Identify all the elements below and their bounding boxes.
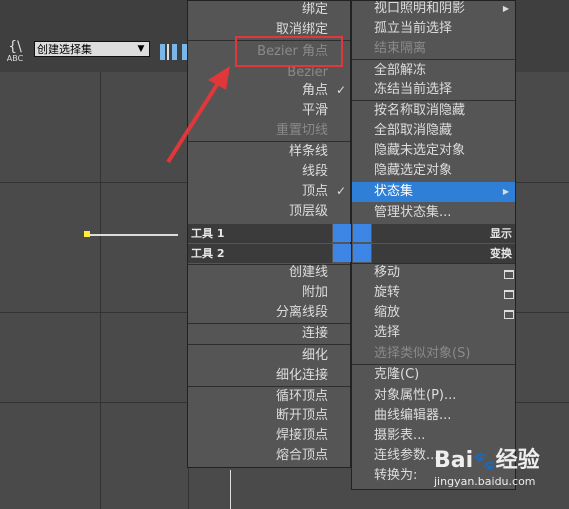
menu-item-isolate-selection[interactable]: 孤立当前选择 — [374, 19, 514, 38]
menu-item-dope-sheet[interactable]: 摄影表... — [374, 426, 514, 445]
quad-select-square[interactable] — [353, 224, 371, 242]
spline-vertex[interactable] — [84, 231, 90, 237]
menu-item-refine[interactable]: 细化 — [188, 346, 328, 365]
annotation-highlight-box — [235, 36, 343, 67]
menu-item-unhide-by-name[interactable]: 按名称取消隐藏 — [374, 101, 514, 120]
quad-title-display: 显示 — [372, 224, 515, 243]
menu-item-hide-unselected[interactable]: 隐藏未选定对象 — [374, 141, 514, 160]
menu-item-bind[interactable]: 绑定 — [188, 0, 328, 19]
menu-item-create-line[interactable]: 创建线 — [188, 263, 328, 282]
menu-item-select-similar[interactable]: 选择类似对象(S) — [374, 344, 514, 363]
menu-item-top-level[interactable]: 顶层级 — [188, 202, 328, 221]
quad-select-square[interactable] — [353, 244, 371, 262]
submenu-arrow-icon: ▶ — [502, 4, 509, 13]
menu-item-break-vertex[interactable]: 断开顶点 — [188, 406, 328, 425]
menu-item-hide-selection[interactable]: 隐藏选定对象 — [374, 161, 514, 180]
menu-item-attach[interactable]: 附加 — [188, 283, 328, 302]
abc-label: ABC — [6, 54, 24, 63]
menu-item-object-properties[interactable]: 对象属性(P)... — [374, 386, 514, 405]
menu-item-end-isolate[interactable]: 结束隔离 — [374, 39, 514, 58]
text-abc-icon[interactable]: {\ ABC — [4, 40, 26, 66]
menu-item-connect[interactable]: 连接 — [188, 324, 328, 343]
menu-item-fuse-vertices[interactable]: 熔合顶点 — [188, 446, 328, 465]
menu-item-weld-vertices[interactable]: 焊接顶点 — [188, 426, 328, 445]
check-icon: ✓ — [336, 83, 347, 97]
menu-item-unfreeze-all[interactable]: 全部解冻 — [374, 61, 514, 80]
menu-item-rotate[interactable]: 旋转 — [374, 283, 514, 302]
watermark-brand2: 经验 — [495, 448, 540, 473]
chevron-down-icon[interactable]: ▼ — [134, 42, 148, 56]
menu-item-vertex[interactable]: 顶点 — [188, 182, 328, 201]
check-icon: ✓ — [336, 184, 347, 198]
spline-segment[interactable] — [86, 234, 178, 236]
settings-window-icon[interactable] — [504, 310, 514, 319]
menu-item-scale[interactable]: 缩放 — [374, 303, 514, 322]
menu-item-freeze-selection[interactable]: 冻结当前选择 — [374, 80, 514, 99]
menu-item-manage-state-sets[interactable]: 管理状态集... — [374, 203, 514, 222]
grid-axis-line — [230, 470, 231, 509]
menu-item-viewport-lighting[interactable]: 视口照明和阴影 — [374, 0, 514, 18]
menu-item-clone[interactable]: 克隆(C) — [374, 365, 514, 384]
selection-set-dropdown[interactable]: 创建选择集 — [34, 41, 150, 57]
quad-select-square[interactable] — [333, 244, 351, 262]
mirror-tool-icon[interactable] — [158, 40, 188, 62]
menu-item-state-sets[interactable]: 状态集 — [374, 182, 514, 201]
baidu-watermark: Bai🐾经验 jingyan.baidu.com — [434, 448, 564, 498]
settings-window-icon[interactable] — [504, 270, 514, 279]
menu-item-cycle-vertices[interactable]: 循环顶点 — [188, 387, 328, 406]
quad-title-tools1: 工具 1 — [188, 224, 332, 243]
quad-select-square[interactable] — [333, 224, 351, 242]
menu-item-curve-editor[interactable]: 曲线编辑器... — [374, 406, 514, 425]
menu-item-detach-segment[interactable]: 分离线段 — [188, 303, 328, 322]
menu-item-refine-connect[interactable]: 细化连接 — [188, 366, 328, 385]
menu-item-select[interactable]: 选择 — [374, 323, 514, 342]
watermark-brand: Bai — [434, 448, 474, 473]
watermark-url: jingyan.baidu.com — [434, 475, 536, 488]
menu-item-move[interactable]: 移动 — [374, 263, 514, 282]
submenu-arrow-icon: ▶ — [502, 187, 509, 196]
quad-title-transform: 变换 — [372, 244, 515, 263]
annotation-arrow-icon — [166, 66, 230, 164]
quad-title-tools2: 工具 2 — [188, 244, 332, 263]
menu-item-unhide-all[interactable]: 全部取消隐藏 — [374, 121, 514, 140]
settings-window-icon[interactable] — [504, 290, 514, 299]
